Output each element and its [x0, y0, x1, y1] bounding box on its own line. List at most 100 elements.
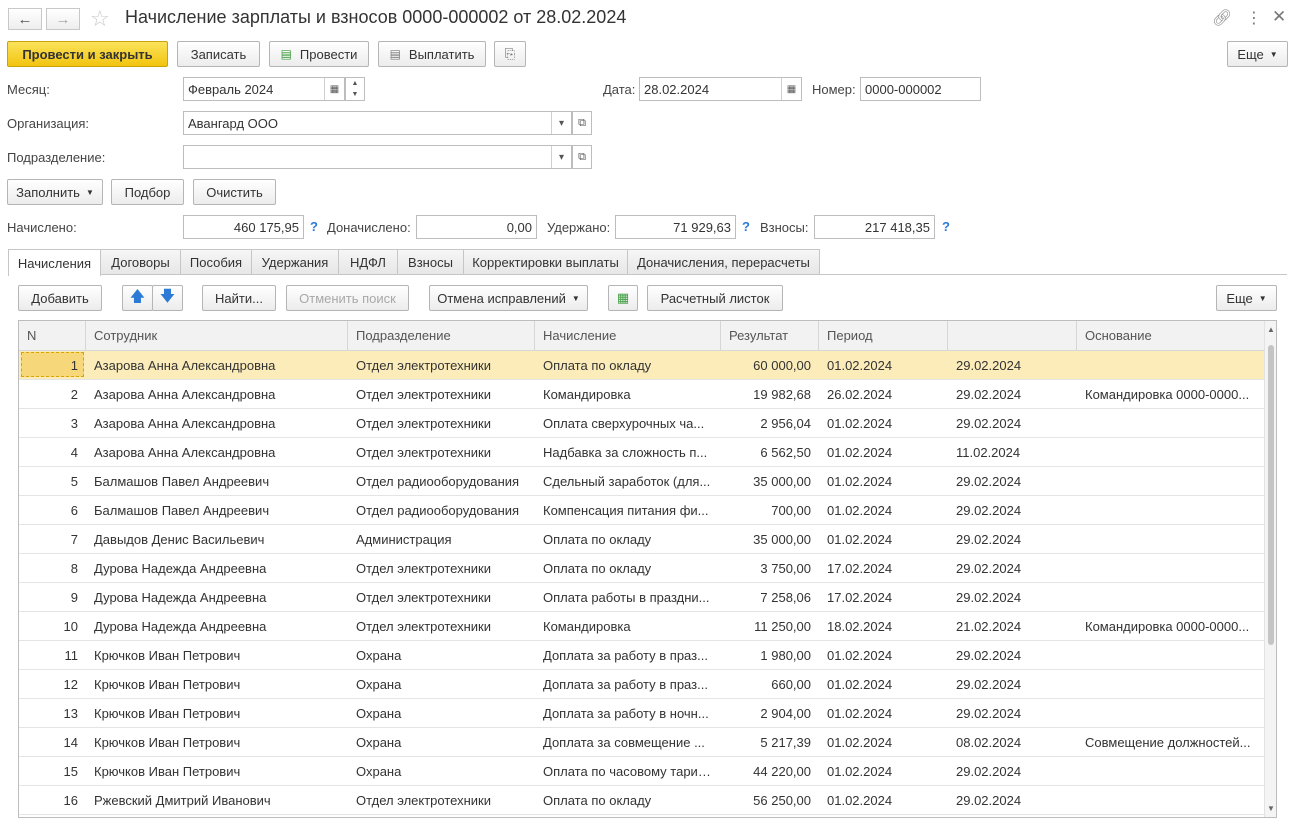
cell-basis[interactable]: Командировка 0000-0000... [1077, 380, 1265, 408]
cell-basis[interactable]: Совмещение должностей... [1077, 728, 1265, 756]
cell-period-start[interactable]: 01.02.2024 [819, 786, 948, 814]
table-row[interactable]: 2 Азарова Анна Александровна Отдел электро… [19, 380, 1265, 409]
cell-employee[interactable]: Азарова Анна Александровна [86, 409, 348, 437]
cell-accrual[interactable]: Командировка [535, 380, 721, 408]
pay-button[interactable]: ▤ Выплатить [378, 41, 486, 67]
move-up-button[interactable]: 🡅︎ [122, 285, 153, 311]
column-header-accrual[interactable]: Начисление [535, 321, 721, 351]
cell-period-start[interactable]: 01.02.2024 [819, 525, 948, 553]
cell-result[interactable]: 56 250,00 [721, 786, 819, 814]
cell-basis[interactable] [1077, 670, 1265, 698]
cell-period-end[interactable]: 11.02.2024 [948, 438, 1077, 466]
date-field[interactable]: 28.02.2024 ▦ [639, 77, 802, 101]
scroll-down-icon[interactable]: ▼ [1265, 804, 1276, 813]
cell-employee[interactable]: Крючков Иван Петрович [86, 757, 348, 785]
scroll-thumb[interactable] [1268, 345, 1274, 645]
cell-period-start[interactable]: 01.02.2024 [819, 757, 948, 785]
cell-employee[interactable]: Азарова Анна Александровна [86, 380, 348, 408]
number-field[interactable]: 0000-000002 [860, 77, 981, 101]
cell-period-start[interactable]: 01.02.2024 [819, 409, 948, 437]
post-and-close-button[interactable]: Провести и закрыть [7, 41, 168, 67]
cell-employee[interactable]: Крючков Иван Петрович [86, 641, 348, 669]
star-icon[interactable]: ☆ [90, 6, 110, 32]
cell-result[interactable]: 35 000,00 [721, 525, 819, 553]
month-field[interactable]: Февраль 2024 ▦ [183, 77, 345, 101]
table-row[interactable]: 8 Дурова Надежда Андреевна Отдел электроте… [19, 554, 1265, 583]
cell-accrual[interactable]: Оплата работы в праздни... [535, 583, 721, 611]
cell-department[interactable]: Отдел электротехники [348, 409, 535, 437]
cell-employee[interactable]: Азарова Анна Александровна [86, 438, 348, 466]
cell-accrual[interactable]: Компенсация питания фи... [535, 496, 721, 524]
cell-period-end[interactable]: 21.02.2024 [948, 612, 1077, 640]
cancel-fixes-button[interactable]: Отмена исправлений ▼ [429, 285, 588, 311]
cell-basis[interactable] [1077, 757, 1265, 785]
cell-accrual[interactable]: Доплата за работу в ночн... [535, 699, 721, 727]
more-button[interactable]: Еще ▼ [1227, 41, 1288, 67]
cell-period-end[interactable]: 29.02.2024 [948, 351, 1077, 379]
fill-button[interactable]: Заполнить ▼ [7, 179, 103, 205]
tab-contributions[interactable]: Взносы [397, 249, 464, 275]
tab-deductions[interactable]: Удержания [251, 249, 339, 275]
cell-period-end[interactable]: 08.02.2024 [948, 728, 1077, 756]
cell-basis[interactable] [1077, 438, 1265, 466]
chevron-down-icon[interactable]: ▾ [551, 146, 571, 168]
cell-result[interactable]: 700,00 [721, 496, 819, 524]
cell-employee[interactable]: Балмашов Павел Андреевич [86, 467, 348, 495]
contributions-field[interactable]: 217 418,35 [814, 215, 935, 239]
tab-recalculations[interactable]: Доначисления, перерасчеты [627, 249, 820, 275]
cell-department[interactable]: Администрация [348, 525, 535, 553]
find-button[interactable]: Найти... [202, 285, 276, 311]
table-row[interactable]: 6 Балмашов Павел Андреевич Отдел радиообор… [19, 496, 1265, 525]
cell-n[interactable]: 6 [19, 496, 86, 524]
cell-result[interactable]: 660,00 [721, 670, 819, 698]
cell-employee[interactable]: Крючков Иван Петрович [86, 728, 348, 756]
more-vertical-icon[interactable]: ⋮ [1246, 8, 1262, 28]
cell-employee[interactable]: Ржевский Дмитрий Иванович [86, 786, 348, 814]
cell-basis[interactable] [1077, 467, 1265, 495]
table-row[interactable]: 7 Давыдов Денис Васильевич Администрация Оп… [19, 525, 1265, 554]
cell-period-end[interactable]: 29.02.2024 [948, 786, 1077, 814]
cell-basis[interactable] [1077, 409, 1265, 437]
cell-n[interactable]: 11 [19, 641, 86, 669]
cell-period-start[interactable]: 26.02.2024 [819, 380, 948, 408]
cell-n[interactable]: 2 [19, 380, 86, 408]
cell-n[interactable]: 14 [19, 728, 86, 756]
cell-basis[interactable] [1077, 583, 1265, 611]
cell-result[interactable]: 6 562,50 [721, 438, 819, 466]
cancel-search-button[interactable]: Отменить поиск [286, 285, 409, 311]
cell-employee[interactable]: Давыдов Денис Васильевич [86, 525, 348, 553]
help-icon[interactable]: ? [942, 219, 950, 234]
scroll-up-icon[interactable]: ▲ [1265, 325, 1276, 334]
cell-period-end[interactable]: 29.02.2024 [948, 583, 1077, 611]
cell-department[interactable]: Охрана [348, 670, 535, 698]
cell-accrual[interactable]: Оплата по часовому тарифу [535, 757, 721, 785]
cell-n[interactable]: 15 [19, 757, 86, 785]
chevron-up-icon[interactable]: ▲ [346, 78, 364, 89]
table-row[interactable]: 11 Крючков Иван Петрович Охрана Доплата за … [19, 641, 1265, 670]
cell-accrual[interactable]: Надбавка за сложность п... [535, 438, 721, 466]
cell-basis[interactable] [1077, 554, 1265, 582]
cell-period-start[interactable]: 01.02.2024 [819, 641, 948, 669]
cell-accrual[interactable]: Доплата за совмещение ... [535, 728, 721, 756]
cell-n[interactable]: 16 [19, 786, 86, 814]
cell-period-start[interactable]: 01.02.2024 [819, 728, 948, 756]
cell-accrual[interactable]: Оплата по окладу [535, 351, 721, 379]
cell-accrual[interactable]: Оплата по окладу [535, 786, 721, 814]
cell-department[interactable]: Отдел электротехники [348, 786, 535, 814]
cell-n[interactable]: 1 [19, 351, 86, 379]
table-row[interactable]: 15 Крючков Иван Петрович Охрана Оплата по ч… [19, 757, 1265, 786]
cell-period-end[interactable]: 29.02.2024 [948, 467, 1077, 495]
cell-accrual[interactable]: Доплата за работу в праз... [535, 641, 721, 669]
cell-department[interactable]: Отдел электротехники [348, 612, 535, 640]
table-row[interactable]: 4 Азарова Анна Александровна Отдел электро… [19, 438, 1265, 467]
cell-result[interactable]: 44 220,00 [721, 757, 819, 785]
table-row[interactable]: 12 Крючков Иван Петрович Охрана Доплата за … [19, 670, 1265, 699]
cell-department[interactable]: Отдел электротехники [348, 380, 535, 408]
open-icon[interactable]: ⧉ [572, 145, 592, 169]
cell-period-start[interactable]: 17.02.2024 [819, 583, 948, 611]
accrued-field[interactable]: 460 175,95 [183, 215, 304, 239]
cell-department[interactable]: Отдел радиооборудования [348, 496, 535, 524]
cell-department[interactable]: Охрана [348, 728, 535, 756]
cell-n[interactable]: 13 [19, 699, 86, 727]
column-header-period-end[interactable] [948, 321, 1077, 351]
